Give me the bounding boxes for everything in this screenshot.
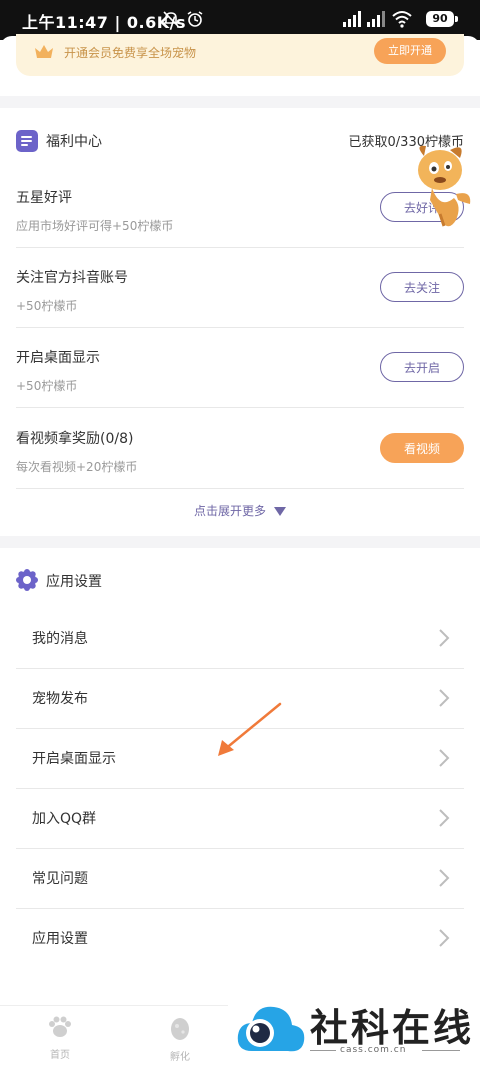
task-sub: 每次看视频+20柠檬币 xyxy=(16,460,138,474)
menu-item-qq-group[interactable]: 加入QQ群 xyxy=(16,788,464,849)
watch-video-button[interactable]: 看视频 xyxy=(380,433,464,463)
task-row: 看视频拿奖励(0/8) 每次看视频+20柠檬币 看视频 xyxy=(16,408,464,489)
task-sub: +50柠檬币 xyxy=(16,379,78,393)
mute-icon xyxy=(163,11,179,27)
nav-hatch[interactable]: 孵化 xyxy=(150,1016,210,1063)
menu-item-label: 常见问题 xyxy=(32,871,88,887)
task-row: 关注官方抖音账号 +50柠檬币 去关注 xyxy=(16,247,464,328)
triangle-down-icon xyxy=(274,507,286,516)
follow-button[interactable]: 去关注 xyxy=(380,272,464,302)
task-sub: 应用市场好评可得+50柠檬币 xyxy=(16,219,174,233)
watermark-line xyxy=(310,1050,336,1051)
battery-indicator: 90 xyxy=(426,11,458,27)
task-title: 开启桌面显示 xyxy=(16,350,100,366)
task-row: 五星好评 应用市场好评可得+50柠檬币 去好评 xyxy=(16,167,464,248)
chevron-right-icon xyxy=(439,869,450,887)
gear-icon xyxy=(16,569,38,591)
dog-mascot-icon xyxy=(418,145,471,227)
welfare-icon xyxy=(16,130,38,152)
chevron-right-icon xyxy=(439,929,450,947)
expand-more[interactable]: 点击展开更多 xyxy=(0,502,480,519)
section-divider xyxy=(0,536,480,548)
task-title: 五星好评 xyxy=(16,190,72,206)
watermark-text: 社科在线 xyxy=(310,1006,475,1050)
vip-banner[interactable]: 开通会员免费享全场宠物 立即开通 xyxy=(16,34,464,76)
menu-item-label: 加入QQ群 xyxy=(32,811,97,827)
menu-item-label: 应用设置 xyxy=(32,931,88,947)
menu-item-messages[interactable]: 我的消息 xyxy=(16,608,464,669)
menu-item-app-settings[interactable]: 应用设置 xyxy=(16,908,464,968)
task-row: 开启桌面显示 +50柠檬币 去开启 xyxy=(16,327,464,408)
chevron-right-icon xyxy=(439,749,450,767)
vip-open-button[interactable]: 立即开通 xyxy=(374,38,446,64)
signal-2-icon xyxy=(367,11,385,27)
chevron-right-icon xyxy=(439,689,450,707)
wifi-icon xyxy=(392,11,412,28)
task-sub: +50柠檬币 xyxy=(16,299,78,313)
task-title: 看视频拿奖励(0/8) xyxy=(16,431,134,447)
chevron-right-icon xyxy=(439,809,450,827)
task-title: 关注官方抖音账号 xyxy=(16,270,128,286)
cloud-logo-icon xyxy=(237,1006,305,1052)
chevron-right-icon xyxy=(439,629,450,647)
watermark: 社科在线 cass.com.cn xyxy=(228,995,480,1067)
watermark-line xyxy=(422,1050,460,1051)
crown-icon xyxy=(35,45,53,58)
alarm-icon xyxy=(187,11,203,27)
expand-more-label: 点击展开更多 xyxy=(193,504,266,518)
nav-home[interactable]: 首页 xyxy=(30,1016,90,1061)
menu-item-label: 我的消息 xyxy=(32,631,88,647)
egg-icon xyxy=(171,1018,189,1040)
signal-icon xyxy=(343,11,361,27)
paw-icon xyxy=(49,1016,71,1037)
watermark-url: cass.com.cn xyxy=(340,1045,407,1055)
menu-item-faq[interactable]: 常见问题 xyxy=(16,848,464,909)
annotation-arrow-icon xyxy=(218,702,282,756)
settings-title: 应用设置 xyxy=(46,574,102,590)
nav-label: 首页 xyxy=(50,1050,70,1061)
enable-desktop-button[interactable]: 去开启 xyxy=(380,352,464,382)
section-divider xyxy=(0,96,480,108)
menu-item-label: 宠物发布 xyxy=(32,691,88,707)
menu-item-label: 开启桌面显示 xyxy=(32,751,116,767)
welfare-title: 福利中心 xyxy=(46,134,102,150)
vip-text: 开通会员免费享全场宠物 xyxy=(64,46,197,60)
nav-label: 孵化 xyxy=(170,1052,190,1063)
